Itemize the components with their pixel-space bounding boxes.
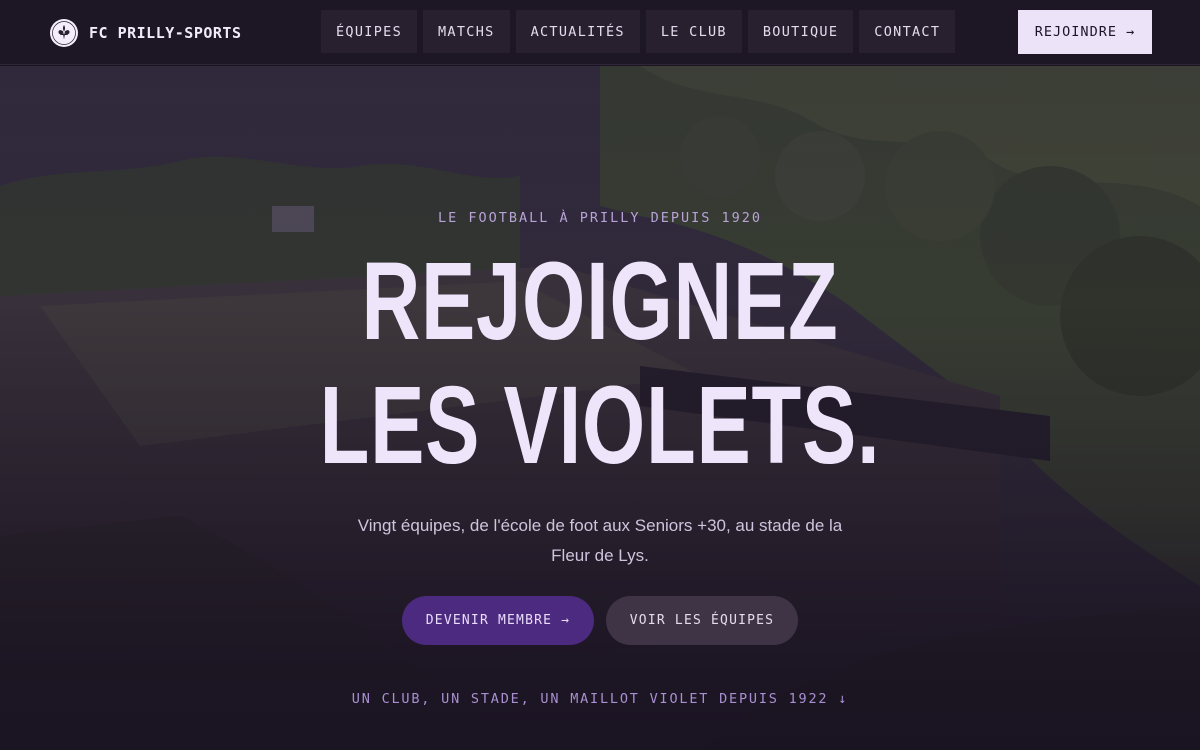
hero-headline-line-2: LES VIOLETS. bbox=[319, 364, 881, 487]
hero-subtitle: Vingt équipes, de l'école de foot aux Se… bbox=[357, 516, 843, 565]
site-header: FC PRILLY-SPORTS ÉQUIPES MATCHS ACTUALIT… bbox=[0, 0, 1200, 65]
nav-item-actualites[interactable]: ACTUALITÉS bbox=[515, 10, 640, 53]
nav-item-contact[interactable]: CONTACT bbox=[859, 10, 956, 53]
hero-cta-row: DEVENIR MEMBRE → VOIR LES ÉQUIPES bbox=[0, 596, 1200, 645]
fleur-de-lys-crest-icon bbox=[50, 18, 78, 47]
hero-headline: REJOIGNEZ LES VIOLETS. bbox=[0, 240, 1200, 488]
nav-item-boutique[interactable]: BOUTIQUE bbox=[747, 10, 854, 53]
nav-item-matchs[interactable]: MATCHS bbox=[423, 10, 510, 53]
scroll-down-tagline[interactable]: UN CLUB, UN STADE, UN MAILLOT VIOLET DEP… bbox=[0, 691, 1200, 707]
join-button[interactable]: REJOINDRE → bbox=[1018, 10, 1152, 54]
nav-item-le-club[interactable]: LE CLUB bbox=[645, 10, 742, 53]
view-teams-button[interactable]: VOIR LES ÉQUIPES bbox=[606, 596, 798, 645]
main-nav: ÉQUIPES MATCHS ACTUALITÉS LE CLUB BOUTIQ… bbox=[321, 10, 956, 53]
hero-headline-line-1: REJOIGNEZ bbox=[361, 240, 839, 363]
nav-item-equipes[interactable]: ÉQUIPES bbox=[321, 10, 417, 53]
brand-logo-link[interactable]: FC PRILLY-SPORTS bbox=[49, 17, 242, 48]
become-member-button[interactable]: DEVENIR MEMBRE → bbox=[402, 596, 594, 645]
hero-eyebrow: LE FOOTBALL À PRILLY DEPUIS 1920 bbox=[437, 210, 763, 226]
brand-name: FC PRILLY-SPORTS bbox=[89, 23, 242, 42]
